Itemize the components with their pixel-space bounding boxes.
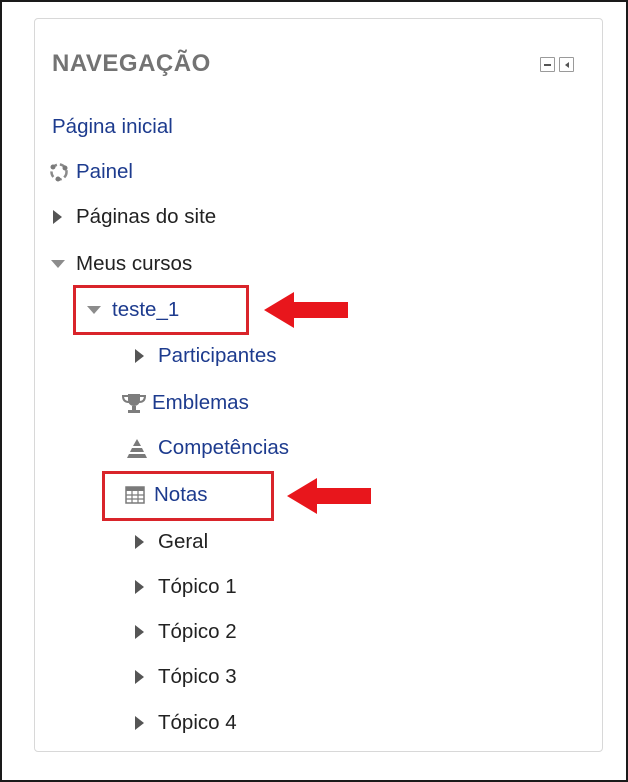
nav-item-badges[interactable]: Emblemas (120, 388, 249, 418)
nav-item-section-label[interactable]: Tópico 3 (158, 665, 237, 689)
competencies-icon (126, 437, 148, 459)
expand-arrow-icon[interactable] (130, 531, 152, 553)
grades-highlight-box (102, 471, 274, 521)
nav-item-section-label[interactable]: Tópico 2 (158, 620, 237, 644)
grades-pointer-arrow (287, 478, 371, 514)
expand-arrow-icon[interactable] (130, 621, 152, 643)
minimize-icon[interactable] (540, 57, 555, 72)
nav-item-participants-label[interactable]: Participantes (158, 344, 277, 368)
expand-arrow-icon[interactable] (130, 712, 152, 734)
nav-item-section[interactable]: Geral (130, 527, 208, 557)
nav-item-dashboard[interactable]: Painel (48, 157, 133, 187)
nav-item-section-label[interactable]: Tópico 1 (158, 575, 237, 599)
block-controls (540, 57, 574, 72)
nav-item-my-courses-label[interactable]: Meus cursos (76, 252, 192, 276)
nav-item-section[interactable]: Tópico 1 (130, 572, 237, 602)
expand-arrow-icon[interactable] (130, 345, 152, 367)
nav-item-home-label[interactable]: Página inicial (52, 115, 173, 139)
nav-item-section[interactable]: Tópico 2 (130, 617, 237, 647)
nav-item-dashboard-label[interactable]: Painel (76, 160, 133, 184)
nav-item-participants[interactable]: Participantes (130, 341, 277, 371)
dock-icon[interactable] (559, 57, 574, 72)
course-highlight-box (73, 285, 249, 335)
nav-item-section-label[interactable]: Geral (158, 530, 208, 554)
collapse-arrow-icon[interactable] (48, 253, 70, 275)
nav-item-competencies-label[interactable]: Competências (158, 436, 289, 460)
expand-arrow-icon[interactable] (130, 666, 152, 688)
nav-item-competencies[interactable]: Competências (126, 433, 289, 463)
course-pointer-arrow (264, 292, 348, 328)
nav-item-home[interactable]: Página inicial (52, 112, 173, 142)
trophy-icon (120, 392, 148, 414)
block-title: NAVEGAÇÃO (52, 50, 211, 77)
nav-item-section[interactable]: Tópico 3 (130, 662, 237, 692)
nav-item-section[interactable]: Tópico 4 (130, 708, 237, 738)
nav-item-site-pages-label[interactable]: Páginas do site (76, 205, 216, 229)
expand-arrow-icon[interactable] (130, 576, 152, 598)
expand-arrow-icon[interactable] (48, 206, 70, 228)
nav-item-my-courses[interactable]: Meus cursos (48, 249, 192, 279)
nav-item-site-pages[interactable]: Páginas do site (48, 202, 216, 232)
nav-item-badges-label[interactable]: Emblemas (152, 391, 249, 415)
dashboard-icon (48, 161, 70, 183)
nav-item-section-label[interactable]: Tópico 4 (158, 711, 237, 735)
